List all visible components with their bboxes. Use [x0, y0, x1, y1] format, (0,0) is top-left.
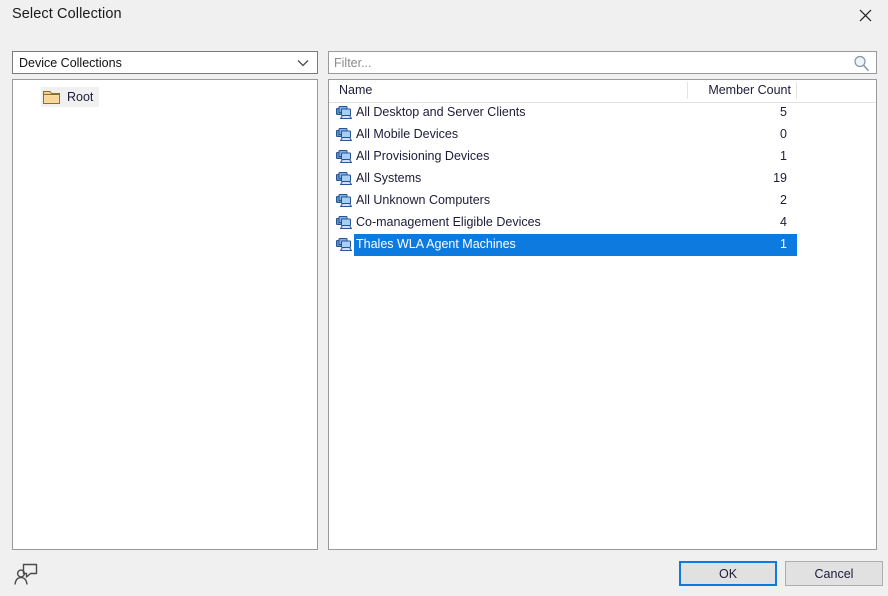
- dialog-titlebar: Select Collection: [0, 0, 888, 40]
- collection-name: Co-management Eligible Devices: [356, 215, 541, 229]
- table-row[interactable]: All Provisioning Devices 1: [329, 146, 876, 168]
- column-divider[interactable]: [687, 82, 688, 99]
- member-count-value: 5: [780, 105, 787, 119]
- collection-name: All Unknown Computers: [356, 193, 491, 207]
- page-title: Select Collection: [12, 6, 122, 22]
- column-header-name[interactable]: Name: [339, 83, 372, 97]
- collection-list-panel[interactable]: Name Member Count All Desktop and Server…: [328, 79, 877, 550]
- collection-name: All Mobile Devices: [356, 127, 459, 141]
- member-count-value: 19: [773, 171, 787, 185]
- member-count-value: 1: [780, 237, 787, 251]
- member-count-value: 0: [780, 127, 787, 141]
- collection-type-value: Device Collections: [19, 55, 122, 70]
- member-count-value: 2: [780, 193, 787, 207]
- search-icon[interactable]: [853, 55, 870, 72]
- chevron-down-icon: [297, 59, 309, 67]
- table-row[interactable]: All Unknown Computers 2: [329, 190, 876, 212]
- collection-name: All Systems: [356, 171, 422, 185]
- filter-box[interactable]: [328, 51, 877, 74]
- tree-item-label: Root: [67, 90, 94, 104]
- collection-tree-panel[interactable]: Root: [12, 79, 318, 550]
- ok-button[interactable]: OK: [679, 561, 777, 586]
- collection-icon: [336, 127, 353, 143]
- folder-icon: [43, 90, 60, 105]
- table-row[interactable]: All Mobile Devices 0: [329, 124, 876, 146]
- member-count-value: 4: [780, 215, 787, 229]
- collection-icon: [336, 193, 353, 209]
- table-row[interactable]: Co-management Eligible Devices 4: [329, 212, 876, 234]
- close-button[interactable]: [842, 0, 888, 30]
- person-speech-bubble-icon[interactable]: [13, 562, 39, 586]
- collection-icon: [336, 171, 353, 187]
- collection-icon: [336, 105, 353, 121]
- close-icon: [859, 9, 872, 22]
- table-row[interactable]: All Desktop and Server Clients 5: [329, 102, 876, 124]
- collection-icon: [336, 237, 353, 253]
- column-divider[interactable]: [796, 82, 797, 99]
- collection-icon: [336, 149, 353, 165]
- collection-name: All Desktop and Server Clients: [356, 105, 526, 119]
- table-row[interactable]: Thales WLA Agent Machines 1: [329, 234, 876, 256]
- column-header-member-count[interactable]: Member Count: [703, 83, 791, 97]
- collection-name: All Provisioning Devices: [356, 149, 490, 163]
- collection-name: Thales WLA Agent Machines: [356, 237, 516, 251]
- member-count-value: 1: [780, 149, 787, 163]
- tree-item-root[interactable]: Root: [41, 87, 100, 107]
- collection-icon: [336, 215, 353, 231]
- list-column-headers: Name Member Count: [329, 80, 876, 103]
- collection-rows: All Desktop and Server Clients 5 All Mobil…: [329, 102, 876, 256]
- cancel-button[interactable]: Cancel: [785, 561, 883, 586]
- search-input[interactable]: [334, 52, 834, 73]
- table-row[interactable]: All Systems 19: [329, 168, 876, 190]
- collection-type-dropdown[interactable]: Device Collections: [12, 51, 318, 74]
